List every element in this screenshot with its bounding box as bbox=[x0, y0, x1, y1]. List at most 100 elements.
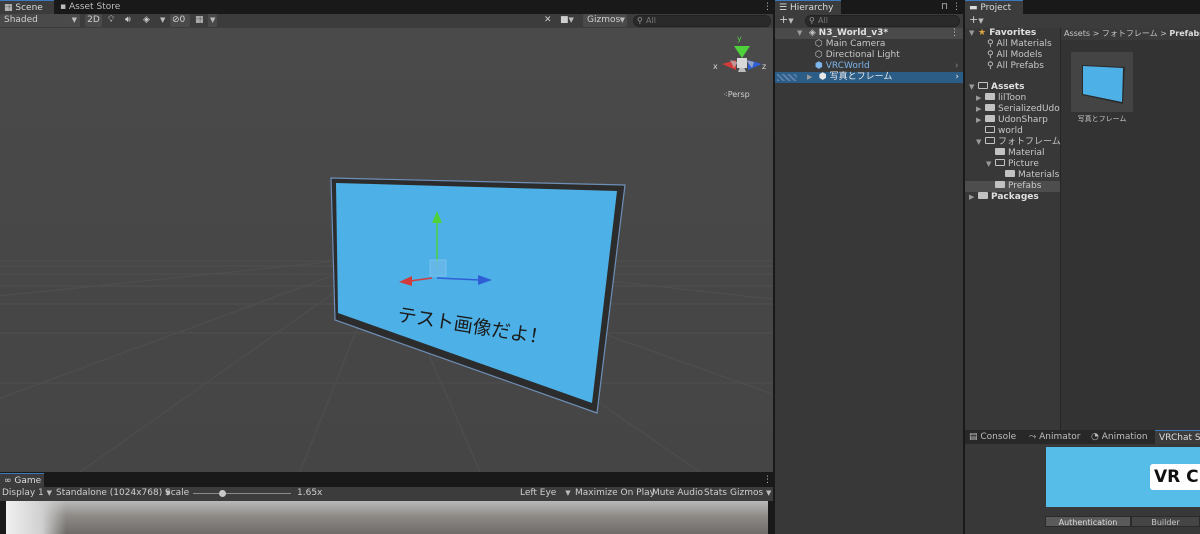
move-tool-gizmo[interactable] bbox=[0, 28, 773, 472]
hierarchy-item-vrcworld[interactable]: ⬢ VRCWorld bbox=[815, 61, 870, 72]
folder-icon bbox=[978, 192, 988, 199]
tab-console[interactable]: ▤ Console bbox=[965, 430, 1022, 444]
expand-arrow-icon: ▶ bbox=[807, 73, 813, 81]
project-tabbar: ▬ Project bbox=[965, 0, 1200, 14]
projection-toggle[interactable]: ⁖Persp bbox=[723, 90, 750, 99]
packages-header[interactable]: ▶ Packages bbox=[969, 192, 1039, 203]
hierarchy-search-input[interactable]: All bbox=[805, 15, 960, 27]
favorite-label: All Materials bbox=[996, 39, 1052, 49]
breadcrumb-item[interactable]: Prefabs bbox=[1169, 29, 1200, 38]
scene-viewport[interactable]: テスト画像だよ！ y x z ⁖Persp bbox=[0, 28, 773, 472]
project-add-button[interactable]: +▼ bbox=[969, 14, 984, 27]
2d-toggle[interactable]: 2D bbox=[85, 14, 102, 27]
scene-row[interactable]: ▼ ◈ N3_World_v3* ⋮ bbox=[775, 28, 963, 39]
hierarchy-panel: +▼ All ▼ ◈ N3_World_v3* ⋮ ⬡ Main Camera … bbox=[775, 14, 963, 534]
expand-arrow-icon: ▶ bbox=[976, 105, 982, 113]
favorites-header[interactable]: ▼ ★ Favorites bbox=[969, 28, 1036, 39]
scale-slider-thumb[interactable] bbox=[219, 490, 227, 497]
mute-audio-toggle[interactable]: Mute Audio bbox=[652, 487, 703, 500]
tab-game[interactable]: ∞ Game bbox=[0, 473, 44, 487]
scene-search-input[interactable]: All bbox=[633, 15, 771, 27]
eye-dropdown-value: Left Eye bbox=[520, 488, 557, 498]
shading-dropdown[interactable]: Shaded ▼ bbox=[0, 14, 80, 27]
folder-picture[interactable]: ▼ Picture bbox=[986, 159, 1039, 170]
photo-frame-preview-icon bbox=[1082, 65, 1125, 104]
expand-arrow-icon: ▼ bbox=[797, 29, 803, 37]
tab-asset-store-label: Asset Store bbox=[68, 2, 121, 12]
breadcrumb-item[interactable]: フォトフレーム bbox=[1102, 29, 1158, 38]
hierarchy-item-main-camera[interactable]: ⬡ Main Camera bbox=[815, 39, 885, 50]
folder-serializedudon[interactable]: ▶ SerializedUdonI bbox=[976, 104, 1060, 115]
chevron-right-icon[interactable]: › bbox=[955, 72, 959, 83]
resolution-dropdown[interactable]: Standalone (1024x768) ▼ bbox=[56, 487, 171, 500]
center-handle bbox=[429, 259, 447, 277]
tab-game-label: Game bbox=[14, 476, 42, 486]
tab-animator-label: Animator bbox=[1039, 432, 1081, 442]
authentication-tab[interactable]: Authentication bbox=[1045, 516, 1131, 527]
camera-icon[interactable]: ■▼ bbox=[560, 14, 574, 27]
folder-udonsharp[interactable]: ▶ UdonSharp bbox=[976, 115, 1048, 126]
builder-tab[interactable]: Builder bbox=[1131, 516, 1200, 527]
hierarchy-item-directional-light[interactable]: ⬡ Directional Light bbox=[815, 50, 900, 61]
caret-down-icon: ▼ bbox=[71, 16, 77, 24]
axis-z-label: z bbox=[762, 62, 767, 71]
folder-label: フォトフレーム bbox=[998, 137, 1061, 147]
2d-toggle-label: 2D bbox=[87, 15, 100, 25]
folder-material[interactable]: Material bbox=[995, 148, 1045, 159]
project-panel: +▼ ▼ ★ Favorites ⚲ All Materials ⚲ All Mo… bbox=[965, 14, 1200, 430]
favorite-all-models[interactable]: ⚲ All Models bbox=[987, 50, 1042, 61]
asset-thumbnail[interactable] bbox=[1071, 52, 1133, 112]
folder-icon bbox=[995, 148, 1005, 155]
folder-world[interactable]: world bbox=[985, 126, 1023, 137]
folder-photoframe[interactable]: ▼ フォトフレーム bbox=[976, 137, 1061, 148]
project-toolbar: +▼ bbox=[965, 14, 1200, 28]
gizmos-dropdown[interactable]: Gizmos ▼ bbox=[583, 14, 627, 27]
game-view-frame bbox=[0, 501, 773, 534]
y-axis-handle bbox=[432, 211, 442, 223]
hidden-objects-toggle[interactable]: ⊘0 bbox=[170, 14, 190, 27]
assets-header[interactable]: ▼ Assets bbox=[969, 82, 1024, 93]
expand-arrow-icon: ▼ bbox=[969, 83, 975, 91]
display-dropdown[interactable]: Display 1 ▼ bbox=[2, 487, 52, 500]
orientation-gizmo[interactable]: y x z bbox=[712, 32, 772, 90]
favorite-all-materials[interactable]: ⚲ All Materials bbox=[987, 39, 1052, 50]
game-view[interactable] bbox=[6, 501, 768, 534]
tab-project[interactable]: ▬ Project bbox=[965, 0, 1023, 14]
effects-toggle-icon[interactable]: ◈ bbox=[143, 14, 150, 27]
folder-prefabs[interactable]: Prefabs bbox=[965, 181, 1060, 192]
hierarchy-toolbar: +▼ All bbox=[775, 14, 963, 28]
scale-slider[interactable] bbox=[193, 490, 291, 497]
resolution-dropdown-value: Standalone (1024x768) bbox=[56, 488, 163, 498]
scene-more-menu-icon[interactable]: ⋮ bbox=[950, 28, 959, 39]
tab-scene[interactable]: ▦ Scene bbox=[0, 0, 54, 14]
tab-asset-store[interactable]: ▪ Asset Store bbox=[56, 0, 126, 14]
folder-materials[interactable]: Materials bbox=[1005, 170, 1059, 181]
eye-dropdown[interactable]: Left Eye ▼ bbox=[520, 487, 571, 500]
game-view-highlight bbox=[6, 501, 66, 534]
tools-icon[interactable]: ✕ bbox=[544, 14, 552, 27]
tab-animator[interactable]: ⤳ Animator bbox=[1025, 430, 1086, 444]
audio-toggle-icon[interactable]: 🔊︎ bbox=[125, 14, 131, 27]
tab-hierarchy[interactable]: ☰ Hierarchy bbox=[775, 0, 841, 14]
favorite-label: All Prefabs bbox=[996, 61, 1044, 71]
chevron-right-icon[interactable]: › bbox=[955, 61, 959, 71]
breadcrumb-item[interactable]: Assets bbox=[1064, 29, 1090, 38]
lighting-toggle-icon[interactable]: 💡︎ bbox=[108, 14, 114, 27]
folder-liltoon[interactable]: ▶ lilToon bbox=[976, 93, 1026, 104]
panel-divider[interactable] bbox=[773, 0, 775, 534]
hierarchy-item-photo-frame[interactable]: ▶ ⬢ 写真とフレーム › bbox=[775, 72, 963, 83]
favorite-all-prefabs[interactable]: ⚲ All Prefabs bbox=[987, 61, 1044, 72]
hierarchy-add-button[interactable]: +▼ bbox=[779, 14, 794, 27]
maximize-on-play-toggle[interactable]: Maximize On Play bbox=[575, 487, 655, 500]
grid-caret-down-icon[interactable]: ▼ bbox=[208, 14, 218, 27]
tab-animation[interactable]: ◔ Animation bbox=[1087, 430, 1154, 444]
gamepad-icon: ∞ bbox=[4, 476, 12, 486]
panel-divider[interactable] bbox=[963, 0, 965, 534]
grid-toggle-icon[interactable]: ▦ bbox=[195, 14, 204, 27]
stats-toggle[interactable]: Stats bbox=[704, 487, 727, 500]
tab-vrchat-sdk[interactable]: VRChat SI bbox=[1155, 430, 1200, 444]
folder-icon bbox=[1005, 170, 1015, 177]
display-dropdown-value: Display 1 bbox=[2, 488, 44, 498]
effects-caret-down-icon[interactable]: ▼ bbox=[160, 14, 165, 27]
game-gizmos-dropdown[interactable]: Gizmos ▼ bbox=[730, 487, 771, 500]
